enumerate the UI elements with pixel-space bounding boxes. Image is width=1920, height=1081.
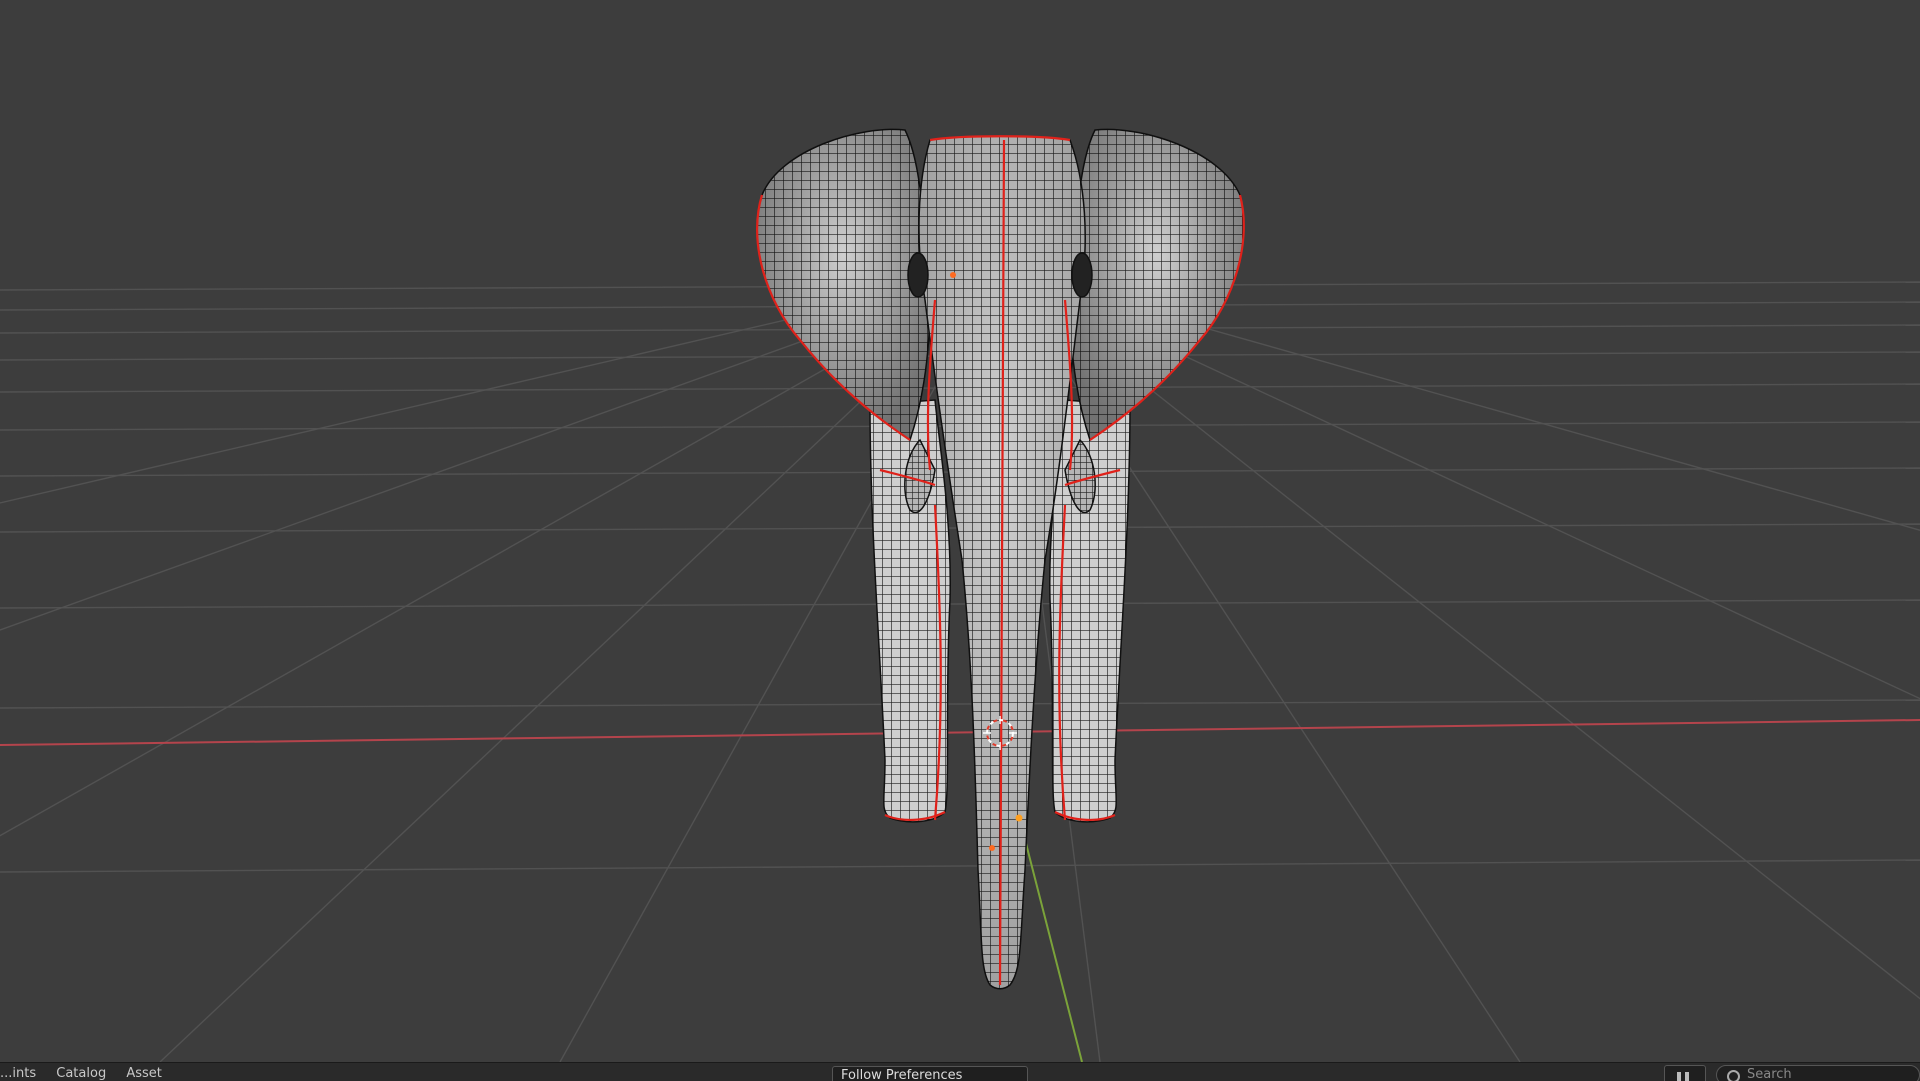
search-placeholder: Search xyxy=(1747,1067,1792,1081)
menu-points[interactable]: ...ints xyxy=(0,1066,36,1081)
y-axis-line xyxy=(1019,819,1083,1062)
menu-catalog[interactable]: Catalog xyxy=(56,1066,106,1081)
vertex-dot xyxy=(950,272,956,278)
origin-point[interactable] xyxy=(1015,814,1023,822)
asset-browser-menus: ...ints Catalog Asset xyxy=(0,1066,178,1081)
right-eye xyxy=(1071,252,1093,298)
menu-asset[interactable]: Asset xyxy=(126,1066,162,1081)
search-input[interactable]: Search xyxy=(1716,1065,1920,1081)
viewport-canvas[interactable] xyxy=(0,0,1920,1062)
3d-viewport[interactable] xyxy=(0,0,1920,1062)
x-axis-line xyxy=(0,719,1920,746)
search-icon xyxy=(1727,1070,1740,1081)
display-mode-button[interactable] xyxy=(1664,1065,1706,1081)
left-eye xyxy=(907,252,929,298)
vertex-dot xyxy=(989,845,995,851)
import-method-dropdown[interactable]: Follow Preferences xyxy=(832,1066,1028,1081)
asset-browser-header: ...ints Catalog Asset Follow Preferences… xyxy=(0,1062,1920,1081)
